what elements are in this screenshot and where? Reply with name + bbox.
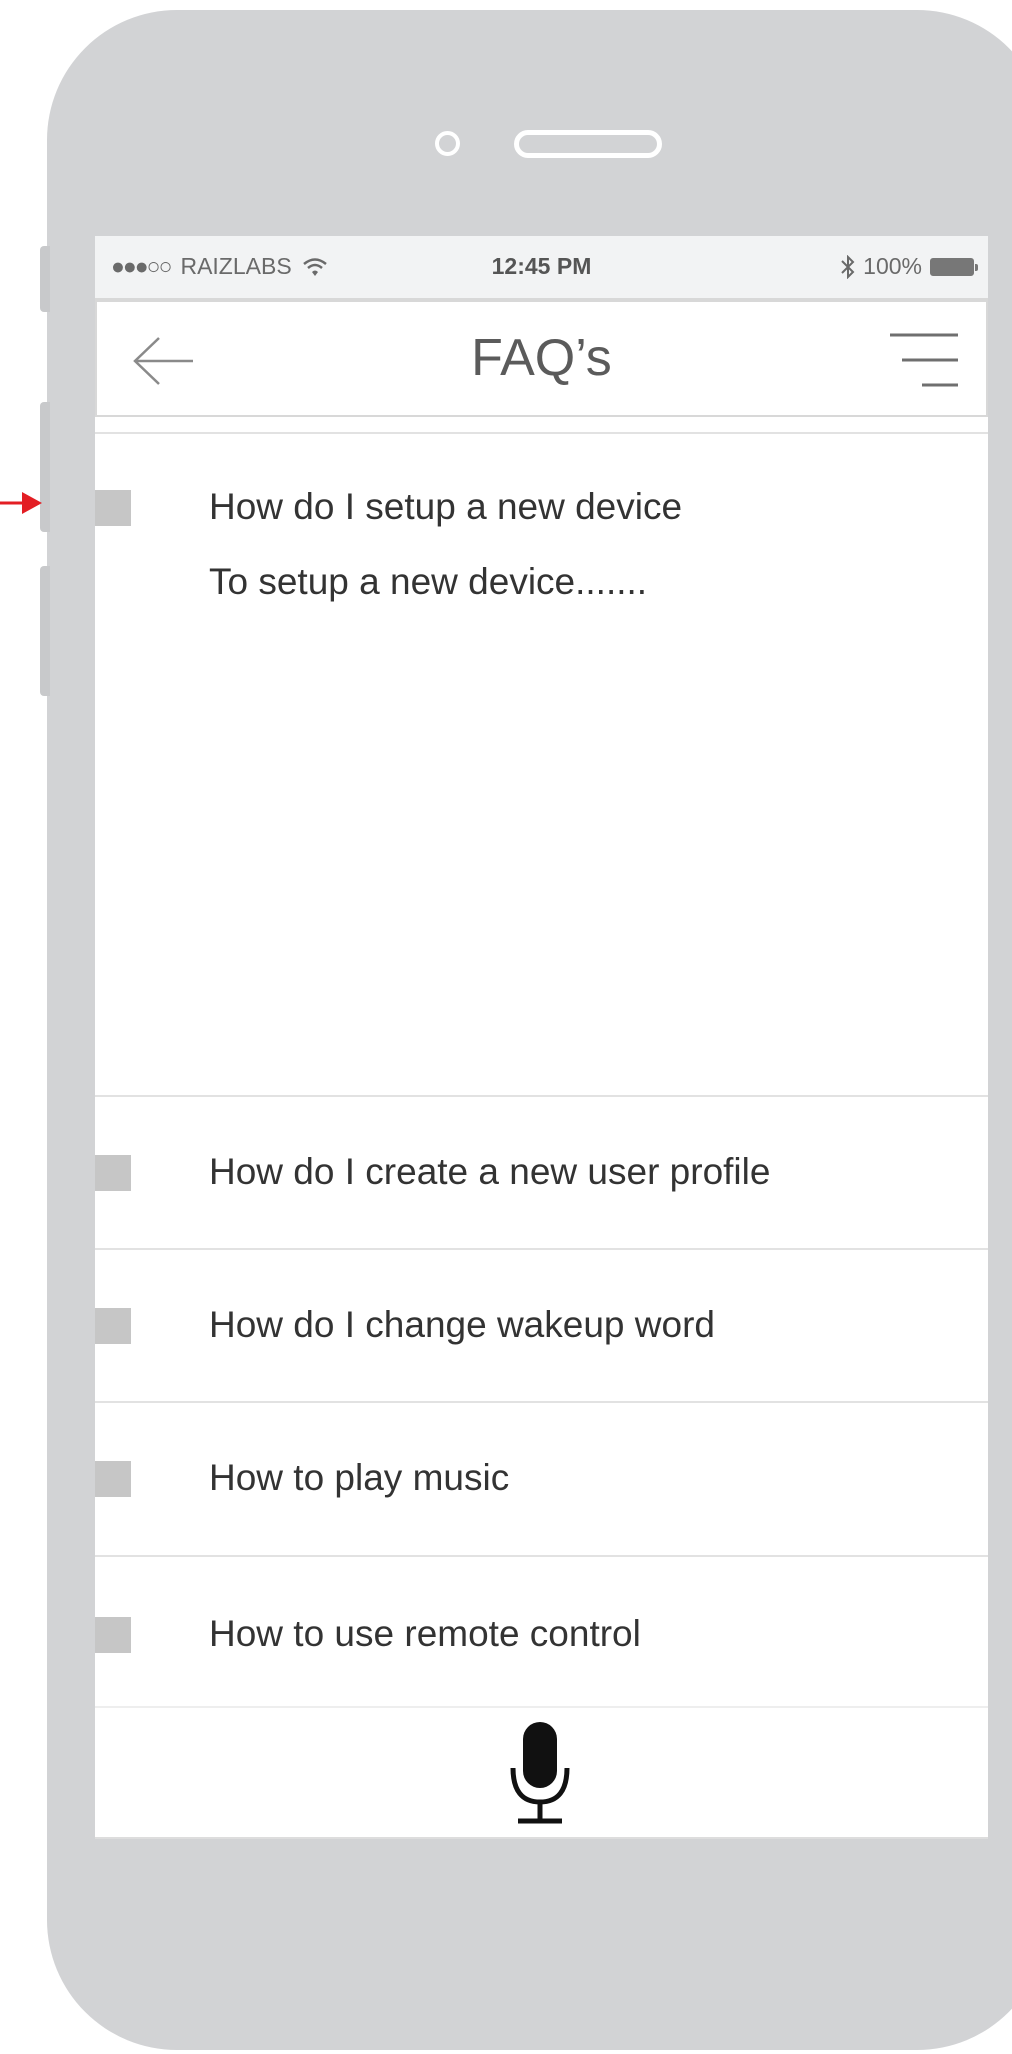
battery-percent: 100% xyxy=(863,253,922,279)
bullet-square-icon xyxy=(95,1461,131,1497)
faq-list: How do I setup a new device To setup a n… xyxy=(95,432,988,1707)
faq-question: How to play music xyxy=(209,1457,510,1498)
faq-answer: To setup a new device....... xyxy=(209,561,648,602)
faq-question: How do I setup a new device xyxy=(209,486,683,527)
navigation-bar: FAQ’s xyxy=(95,300,988,417)
bullet-square-icon xyxy=(95,1155,131,1191)
faq-item-expanded[interactable]: How do I setup a new device To setup a n… xyxy=(95,432,988,1095)
speaker-icon xyxy=(514,130,662,158)
menu-icon[interactable] xyxy=(890,332,958,388)
faq-question: How do I create a new user profile xyxy=(209,1151,771,1192)
page-title: FAQ’s xyxy=(471,329,612,387)
screen: ●●●○○ RAIZLABS 12:45 PM 100% FAQ’s How d… xyxy=(95,236,988,1839)
faq-question: How do I change wakeup word xyxy=(209,1304,715,1345)
faq-item[interactable]: How to use remote control xyxy=(95,1555,988,1707)
status-right: 100% xyxy=(841,253,978,280)
pointer-arrow-icon xyxy=(0,492,42,514)
bluetooth-icon xyxy=(841,254,855,279)
faq-item[interactable]: How to play music xyxy=(95,1401,988,1555)
bullet-square-icon xyxy=(95,1617,131,1653)
bullet-square-icon xyxy=(95,490,131,526)
microphone-icon[interactable] xyxy=(510,1722,570,1826)
battery-icon xyxy=(930,257,978,276)
faq-item[interactable]: How do I change wakeup word xyxy=(95,1248,988,1401)
mute-switch xyxy=(40,246,50,312)
volume-down-button xyxy=(40,566,50,696)
voice-input-bar xyxy=(95,1706,988,1839)
faq-question: How to use remote control xyxy=(209,1613,641,1654)
camera-icon xyxy=(435,131,460,156)
bullet-square-icon xyxy=(95,1308,131,1344)
faq-item[interactable]: How do I create a new user profile xyxy=(95,1095,988,1248)
status-bar: ●●●○○ RAIZLABS 12:45 PM 100% xyxy=(95,236,988,300)
